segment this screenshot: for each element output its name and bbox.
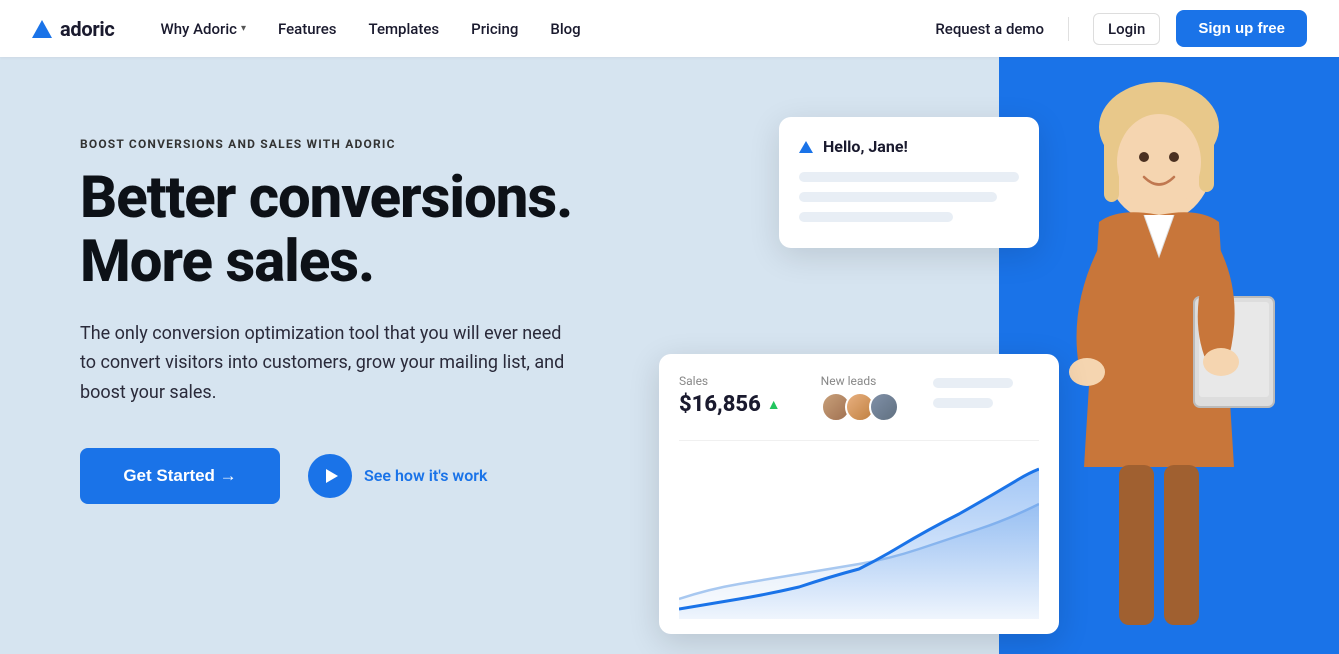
up-arrow-icon: ▲ — [767, 396, 781, 413]
card-line-3 — [799, 212, 953, 222]
metric-placeholder-1 — [933, 378, 1013, 388]
request-demo-link[interactable]: Request a demo — [935, 20, 1044, 38]
sales-value: $16,856 ▲ — [679, 392, 781, 417]
card-hello-title: Hello, Jane! — [823, 137, 908, 156]
nav-item-features[interactable]: Features — [264, 12, 350, 46]
dashboard-metrics: Sales $16,856 ▲ New leads — [679, 374, 1039, 422]
see-how-label: See how it's work — [364, 466, 488, 485]
nav-item-blog[interactable]: Blog — [536, 12, 594, 46]
card-hello-header: Hello, Jane! — [799, 137, 1019, 156]
leads-metric: New leads — [821, 374, 893, 422]
hero-headline-line2: More sales. — [80, 228, 374, 296]
hero-visuals: Hello, Jane! Sales $16,856 ▲ New leads — [679, 57, 1339, 654]
avatar-3 — [869, 392, 899, 422]
nav-item-pricing[interactable]: Pricing — [457, 12, 532, 46]
card-line-1 — [799, 172, 1019, 182]
play-triangle-icon — [326, 469, 338, 483]
card-line-2 — [799, 192, 997, 202]
nav-item-templates[interactable]: Templates — [355, 12, 454, 46]
third-metric — [933, 374, 1013, 422]
login-link[interactable]: Login — [1093, 13, 1160, 45]
see-how-link[interactable]: See how it's work — [308, 454, 488, 498]
hero-headline: Better conversions. More sales. — [80, 167, 580, 295]
hero-cta-group: Get Started → See how it's work — [80, 448, 580, 504]
play-button-icon — [308, 454, 352, 498]
logo-text: adoric — [60, 17, 115, 41]
nav-actions: Request a demo Login Sign up free — [935, 10, 1307, 47]
sales-metric: Sales $16,856 ▲ — [679, 374, 781, 422]
sales-label: Sales — [679, 374, 781, 388]
logo-link[interactable]: adoric — [32, 17, 115, 41]
hello-card: Hello, Jane! — [779, 117, 1039, 248]
hero-content: BOOST CONVERSIONS AND SALES WITH ADORIC … — [80, 117, 580, 504]
card-divider — [679, 440, 1039, 441]
dashboard-card: Sales $16,856 ▲ New leads — [659, 354, 1059, 634]
signup-button[interactable]: Sign up free — [1176, 10, 1307, 47]
chevron-down-icon: ▾ — [241, 23, 246, 34]
card-logo-icon — [799, 141, 813, 153]
hero-subtext: The only conversion optimization tool th… — [80, 319, 580, 408]
metric-placeholder-2 — [933, 398, 993, 408]
leads-label: New leads — [821, 374, 893, 388]
get-started-button[interactable]: Get Started → — [80, 448, 280, 504]
hero-headline-line1: Better conversions. — [80, 164, 572, 232]
nav-separator — [1068, 17, 1069, 41]
nav-item-why-adoric[interactable]: Why Adoric ▾ — [147, 12, 261, 46]
leads-avatars — [821, 392, 893, 422]
nav-links: Why Adoric ▾ Features Templates Pricing … — [147, 12, 936, 46]
sales-chart — [679, 449, 1039, 629]
logo-triangle-icon — [32, 20, 52, 38]
hero-eyebrow: BOOST CONVERSIONS AND SALES WITH ADORIC — [80, 137, 580, 151]
hero-section: BOOST CONVERSIONS AND SALES WITH ADORIC … — [0, 57, 1339, 654]
navbar: adoric Why Adoric ▾ Features Templates P… — [0, 0, 1339, 57]
